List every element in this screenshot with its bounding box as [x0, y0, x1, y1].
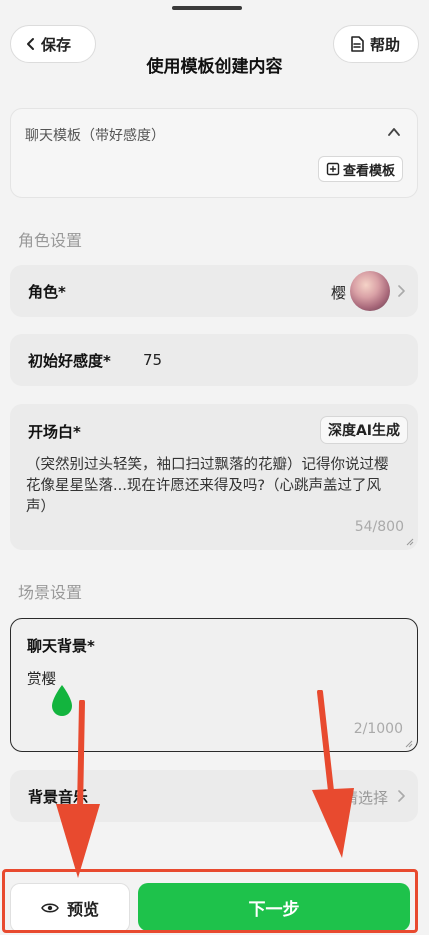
template-card[interactable]: 聊天模板（带好感度） 查看模板 — [10, 108, 418, 198]
view-template-button[interactable]: 查看模板 — [317, 156, 403, 182]
role-section-title: 角色设置 — [18, 231, 83, 250]
annotation-arrow-right — [312, 690, 354, 858]
chat-background-label: 聊天背景* — [27, 637, 95, 655]
affection-value[interactable]: 75 — [143, 351, 162, 369]
role-label: 角色* — [28, 283, 66, 301]
opening-char-counter: 54/800 — [354, 519, 404, 535]
resize-handle-icon[interactable] — [405, 740, 413, 748]
avatar — [350, 271, 390, 311]
opening-textarea[interactable]: （突然别过头轻笑，袖口扫过飘落的花瓣）记得你说过樱花像星星坠落...现在许愿还来… — [26, 455, 402, 518]
annotation-arrow-left — [56, 700, 100, 878]
chevron-left-icon — [27, 38, 34, 50]
role-row[interactable]: 角色* 樱 — [10, 265, 418, 317]
document-icon — [351, 36, 364, 52]
template-name: 聊天模板（带好感度） — [25, 128, 165, 144]
chevron-up-icon[interactable] — [387, 125, 401, 139]
drag-handle[interactable] — [172, 6, 242, 10]
ai-generate-button[interactable]: 深度AI生成 — [319, 416, 408, 444]
scene-section-title: 场景设置 — [18, 583, 83, 602]
chevron-right-icon — [398, 790, 405, 802]
view-template-label: 查看模板 — [342, 163, 395, 179]
role-name: 樱 — [330, 284, 346, 302]
template-icon — [326, 162, 340, 176]
opening-card[interactable]: 开场白* 深度AI生成 （突然别过头轻笑，袖口扫过飘落的花瓣）记得你说过樱花像星… — [10, 404, 418, 550]
help-button[interactable]: 帮助 — [333, 25, 419, 63]
affection-row[interactable]: 初始好感度* 75 — [10, 334, 418, 386]
affection-label: 初始好感度* — [28, 352, 111, 370]
resize-handle-icon[interactable] — [406, 538, 414, 546]
chat-background-counter: 2/1000 — [353, 721, 403, 737]
help-label: 帮助 — [370, 35, 401, 54]
opening-label: 开场白* — [28, 423, 81, 441]
chevron-right-icon — [398, 285, 405, 297]
